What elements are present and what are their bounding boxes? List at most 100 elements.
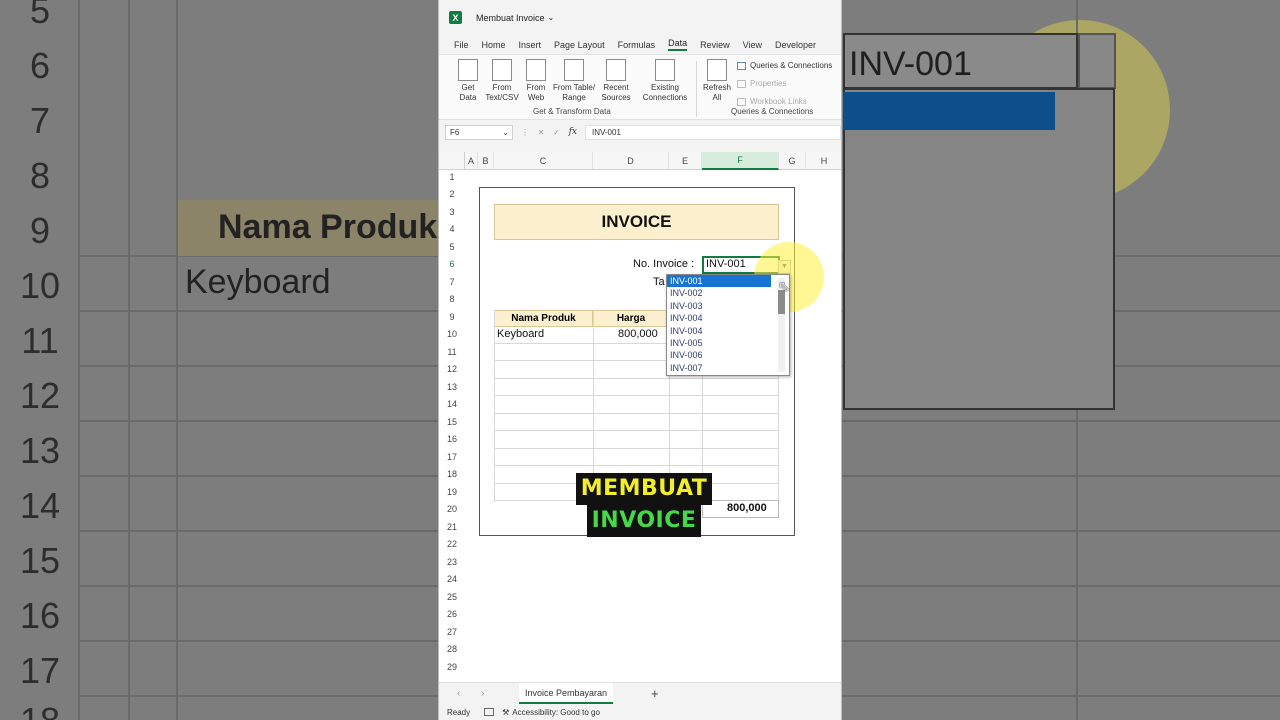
row-header[interactable]: 8	[439, 294, 465, 304]
worksheet[interactable]: A B C D E F G H 1 2 3 4 5 6 7 8 9 10 11 …	[439, 152, 841, 682]
row-header[interactable]: 28	[439, 644, 465, 654]
row-header[interactable]: 6	[439, 259, 465, 269]
column-header[interactable]: A	[465, 152, 478, 170]
header-product[interactable]: Nama Produk	[494, 310, 593, 327]
tab-file[interactable]: File	[454, 40, 469, 50]
row-header[interactable]: 25	[439, 592, 465, 602]
price-cell[interactable]: 800,000	[618, 328, 658, 340]
chevron-down-icon[interactable]: ⌄	[548, 13, 555, 22]
tab-home[interactable]: Home	[482, 40, 506, 50]
row-header[interactable]: 5	[439, 242, 465, 252]
dropdown-option[interactable]: INV-004	[667, 325, 789, 337]
web-icon	[526, 59, 546, 81]
refresh-all-button[interactable]: Refresh All	[702, 59, 732, 103]
table-row[interactable]	[494, 449, 779, 466]
row-header[interactable]: 2	[439, 189, 465, 199]
tab-formulas[interactable]: Formulas	[618, 40, 656, 50]
row-header[interactable]: 9	[439, 312, 465, 322]
excel-window: X Membuat Invoice ⌄ File Home Insert Pag…	[438, 0, 842, 720]
row-header[interactable]: 26	[439, 609, 465, 619]
from-text-csv-button[interactable]: From Text/CSV	[483, 59, 521, 103]
tab-data[interactable]: Data	[668, 38, 688, 51]
properties-button[interactable]: Properties	[737, 79, 786, 88]
tab-developer[interactable]: Developer	[775, 40, 816, 50]
enter-icon[interactable]: ✓	[553, 128, 560, 137]
chevron-right-icon[interactable]: ›	[481, 688, 484, 699]
column-header[interactable]: B	[478, 152, 494, 170]
row-header[interactable]: 7	[439, 277, 465, 287]
row-header[interactable]: 27	[439, 627, 465, 637]
sheet-tab-invoice-pembayaran[interactable]: Invoice Pembayaran	[519, 683, 614, 704]
tab-view[interactable]: View	[743, 40, 762, 50]
row-header[interactable]: 17	[439, 452, 465, 462]
recent-sources-button[interactable]: Recent Sources	[598, 59, 634, 103]
row-header[interactable]: 10	[439, 329, 465, 339]
insert-function-icon[interactable]: fx	[569, 127, 577, 137]
macro-icon[interactable]	[484, 708, 495, 716]
invoice-dropdown-list[interactable]: INV-001 INV-002 INV-003 INV-004 INV-004 …	[666, 274, 790, 376]
database-icon	[458, 59, 478, 81]
from-text-csv-label: From Text/CSV	[485, 83, 519, 102]
dropdown-option[interactable]: INV-004	[667, 312, 789, 324]
row-header[interactable]: 22	[439, 539, 465, 549]
get-data-button[interactable]: Get Data	[453, 59, 483, 103]
row-header[interactable]: 23	[439, 557, 465, 567]
caption-line-2: INVOICE	[586, 505, 702, 537]
dropdown-option[interactable]: INV-002	[667, 287, 789, 299]
name-box[interactable]: F6 ⌄	[445, 124, 513, 140]
accessibility-status[interactable]: Accessibility: Good to go	[512, 708, 600, 717]
existing-connections-button[interactable]: Existing Connections	[640, 59, 690, 103]
tab-insert[interactable]: Insert	[519, 40, 542, 50]
column-header[interactable]: D	[593, 152, 669, 170]
invoice-number-label: No. Invoice :	[633, 258, 695, 270]
row-header[interactable]: 18	[439, 469, 465, 479]
header-price[interactable]: Harga	[593, 310, 669, 327]
table-row[interactable]	[494, 379, 779, 396]
row-header[interactable]: 4	[439, 224, 465, 234]
row-header[interactable]: 16	[439, 434, 465, 444]
invoice-title[interactable]: INVOICE	[494, 204, 779, 240]
dropdown-option[interactable]: INV-001	[667, 275, 771, 288]
status-bar: Ready ⚒ Accessibility: Good to go	[439, 704, 841, 720]
queries-connections-button[interactable]: Queries & Connections	[737, 61, 832, 70]
cancel-icon[interactable]: ✕	[538, 128, 545, 137]
row-header[interactable]: 29	[439, 662, 465, 672]
title-bar: X Membuat Invoice ⌄	[439, 0, 841, 35]
column-header[interactable]: F	[702, 152, 779, 170]
column-header[interactable]: H	[806, 152, 841, 170]
add-sheet-icon[interactable]: +	[651, 686, 659, 701]
table-row[interactable]	[494, 432, 779, 449]
row-header[interactable]: 11	[439, 347, 465, 357]
row-header[interactable]: 21	[439, 522, 465, 532]
column-header[interactable]: E	[669, 152, 702, 170]
tab-review[interactable]: Review	[700, 40, 730, 50]
row-header[interactable]: 12	[439, 364, 465, 374]
dropdown-option[interactable]: INV-003	[667, 300, 789, 312]
table-row[interactable]	[494, 414, 779, 431]
formula-input[interactable]: INV-001	[585, 124, 841, 140]
column-header[interactable]: C	[494, 152, 593, 170]
from-table-range-button[interactable]: From Table/ Range	[550, 59, 598, 103]
accessibility-icon[interactable]: ⚒	[502, 708, 509, 717]
dropdown-option[interactable]: INV-007	[667, 362, 789, 374]
chevron-left-icon[interactable]: ‹	[457, 688, 460, 699]
product-cell[interactable]: Keyboard	[497, 328, 544, 340]
column-header[interactable]: G	[779, 152, 806, 170]
select-all-corner[interactable]	[439, 152, 465, 170]
workbook-links-button[interactable]: Workbook Links	[737, 97, 807, 106]
more-icon[interactable]: ⋮	[521, 128, 529, 137]
row-header[interactable]: 1	[439, 172, 465, 182]
dropdown-option[interactable]: INV-006	[667, 349, 789, 361]
row-header[interactable]: 20	[439, 504, 465, 514]
row-header[interactable]: 15	[439, 417, 465, 427]
from-web-button[interactable]: From Web	[522, 59, 550, 103]
row-header[interactable]: 3	[439, 207, 465, 217]
row-header[interactable]: 13	[439, 382, 465, 392]
dropdown-option[interactable]: INV-005	[667, 337, 789, 349]
row-header[interactable]: 19	[439, 487, 465, 497]
window-title[interactable]: Membuat Invoice	[476, 13, 545, 23]
row-header[interactable]: 24	[439, 574, 465, 584]
table-row[interactable]	[494, 397, 779, 414]
tab-page-layout[interactable]: Page Layout	[554, 40, 605, 50]
row-header[interactable]: 14	[439, 399, 465, 409]
